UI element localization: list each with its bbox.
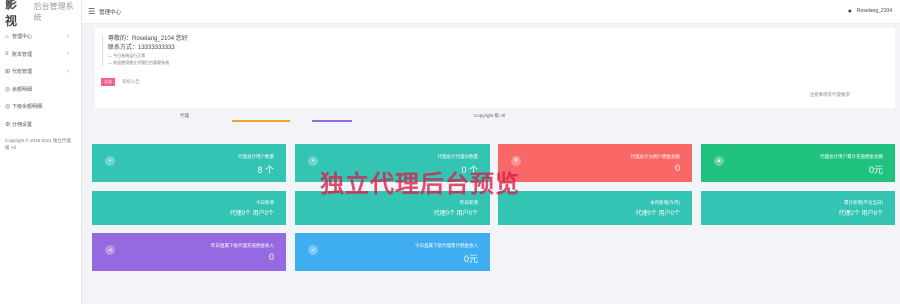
chevron-right-icon: › — [67, 51, 69, 58]
sidebar-menu: ⌂ 管理中心 › ≡ 账本管理 › ⊞ 代收管理 › ◎ 余额明细 ◎ 下级余额… — [0, 28, 81, 133]
user-avatar-icon[interactable]: ● — [848, 8, 852, 15]
sidebar-item-dashboard[interactable]: ⌂ 管理中心 › — [0, 28, 81, 46]
note-line: — 欢迎使用独立代理后台管理系统 — [108, 60, 170, 65]
copyright: Copyright © 2016-2021 独立代理 版 All — [5, 138, 71, 150]
sidebar-item-label: 账本管理 — [12, 51, 33, 58]
stat-label: 代理总计用户数量 — [238, 154, 274, 159]
username[interactable]: Roselang_2104 — [857, 8, 892, 14]
logo: 影视 后台管理系统 — [0, 0, 81, 28]
sidebar-item-label: 管理中心 — [12, 34, 33, 41]
stat-value: 代理2个 用户8个 — [838, 211, 883, 217]
sidebar-item-label: 代收管理 — [12, 69, 33, 76]
stat-label: 昨日新增 — [460, 200, 478, 205]
wallet-icon: ◎ — [5, 104, 11, 111]
share-icon: ≺ — [105, 245, 115, 255]
welcome-panel: 尊敬的：Roselang_2104 您好 联系方式：13333333333 — … — [95, 28, 895, 108]
sidebar-item-label: 余额明细 — [12, 86, 33, 93]
stat-value: 0元 — [868, 165, 883, 175]
list-icon: ≡ — [5, 51, 9, 58]
stat-label: 代理总计分佣户佣金总额 — [630, 154, 681, 159]
stat-card[interactable]: 今日新增 代理0个 用户0个 — [92, 191, 286, 225]
sidebar-item-balance[interactable]: ◎ 余额明细 — [0, 81, 81, 99]
stat-card[interactable]: ▲ 代理总计用户累计充值佣金总额 0元 — [701, 144, 895, 182]
stat-value: 0 — [268, 252, 274, 262]
notice-tag[interactable]: 公告 — [101, 78, 115, 86]
chevron-right-icon: › — [67, 33, 69, 40]
contact: 联系方式：13333333333 — [108, 44, 175, 51]
grid-icon: ⊞ — [5, 69, 11, 76]
stat-value: 代理0个 用户0个 — [433, 211, 478, 217]
brand-name: 影视 — [5, 0, 18, 28]
watermark: 独立代理后台预览 — [320, 171, 520, 198]
sidebar-item-ledger[interactable]: ≡ 账本管理 › — [0, 46, 81, 64]
stat-card[interactable]: ▪ 代理总计用户数量 8 个 — [92, 144, 286, 182]
stat-value: 8 个 — [257, 165, 274, 175]
requirements-text: 注意事项及代理要求 — [809, 92, 851, 97]
topbar: ☰ 管理中心 ● Roselang_2104 — [82, 0, 900, 24]
sidebar-item-commission[interactable]: ⚙ 分佣设置 — [0, 116, 81, 134]
color-strip — [312, 120, 352, 122]
settings-icon: ⚙ — [5, 121, 11, 128]
user-card-icon: ▪ — [105, 156, 115, 166]
note-line: — 今日系统运行正常 — [108, 53, 146, 58]
wallet-icon: ◎ — [5, 86, 11, 93]
stat-label: 今日新增 — [256, 200, 274, 205]
sidebar-item-sub-balance[interactable]: ◎ 下级余额明细 — [0, 98, 81, 116]
stat-card[interactable]: 本月新增(今月) 代理0个 用户0个 — [498, 191, 692, 225]
sidebar: 影视 后台管理系统 ⌂ 管理中心 › ≡ 账本管理 › ⊞ 代收管理 › ◎ 余… — [0, 0, 82, 304]
strip-copyright: Copyright 版 All — [474, 113, 506, 118]
stat-label: 今日直属下级代理累计佣金收入 — [415, 243, 478, 248]
sidebar-item-collection[interactable]: ⊞ 代收管理 › — [0, 63, 81, 81]
stat-label: 昨日直属下级代理充值佣金收入 — [211, 243, 274, 248]
stat-card[interactable]: ¥ 代理总计分佣户佣金总额 0 — [498, 144, 692, 182]
stat-label: 本月新增(今月) — [650, 200, 680, 205]
share-icon: ≺ — [308, 245, 318, 255]
breadcrumb[interactable]: 管理中心 — [99, 8, 121, 16]
stat-label: 代理总计代理分数量 — [437, 154, 479, 159]
stat-card[interactable]: ≺ 今日直属下级代理累计佣金收入 0元 — [295, 233, 490, 271]
stat-label: 累计新增(不含当日) — [844, 200, 883, 205]
stat-card[interactable]: ≺ 昨日直属下级代理充值佣金收入 0 — [92, 233, 286, 271]
stat-card[interactable]: 累计新增(不含当日) 代理2个 用户8个 — [701, 191, 895, 225]
notice-link[interactable]: 系统公告 — [122, 79, 140, 85]
strip-label: 代理 — [180, 113, 189, 118]
sidebar-item-label: 下级余额明细 — [12, 104, 43, 111]
stat-value: 0 — [674, 163, 680, 173]
menu-toggle-icon[interactable]: ☰ — [88, 7, 95, 16]
user-card-icon: ▪ — [308, 156, 318, 166]
greeting: 尊敬的：Roselang_2104 您好 — [108, 36, 188, 42]
color-strip — [232, 120, 290, 122]
welcome-body: 尊敬的：Roselang_2104 您好 联系方式：13333333333 — … — [102, 35, 188, 66]
stat-value: 0元 — [463, 254, 478, 264]
stat-label: 代理总计用户累计充值佣金总额 — [820, 154, 883, 159]
home-icon: ⌂ — [5, 33, 9, 40]
chevron-right-icon: › — [67, 68, 69, 75]
brand-subtitle: 后台管理系统 — [33, 2, 74, 22]
stat-value: 代理0个 用户0个 — [635, 211, 680, 217]
sidebar-item-label: 分佣设置 — [12, 121, 33, 128]
stat-value: 代理0个 用户0个 — [229, 211, 274, 217]
coin-icon: ▲ — [714, 156, 724, 166]
